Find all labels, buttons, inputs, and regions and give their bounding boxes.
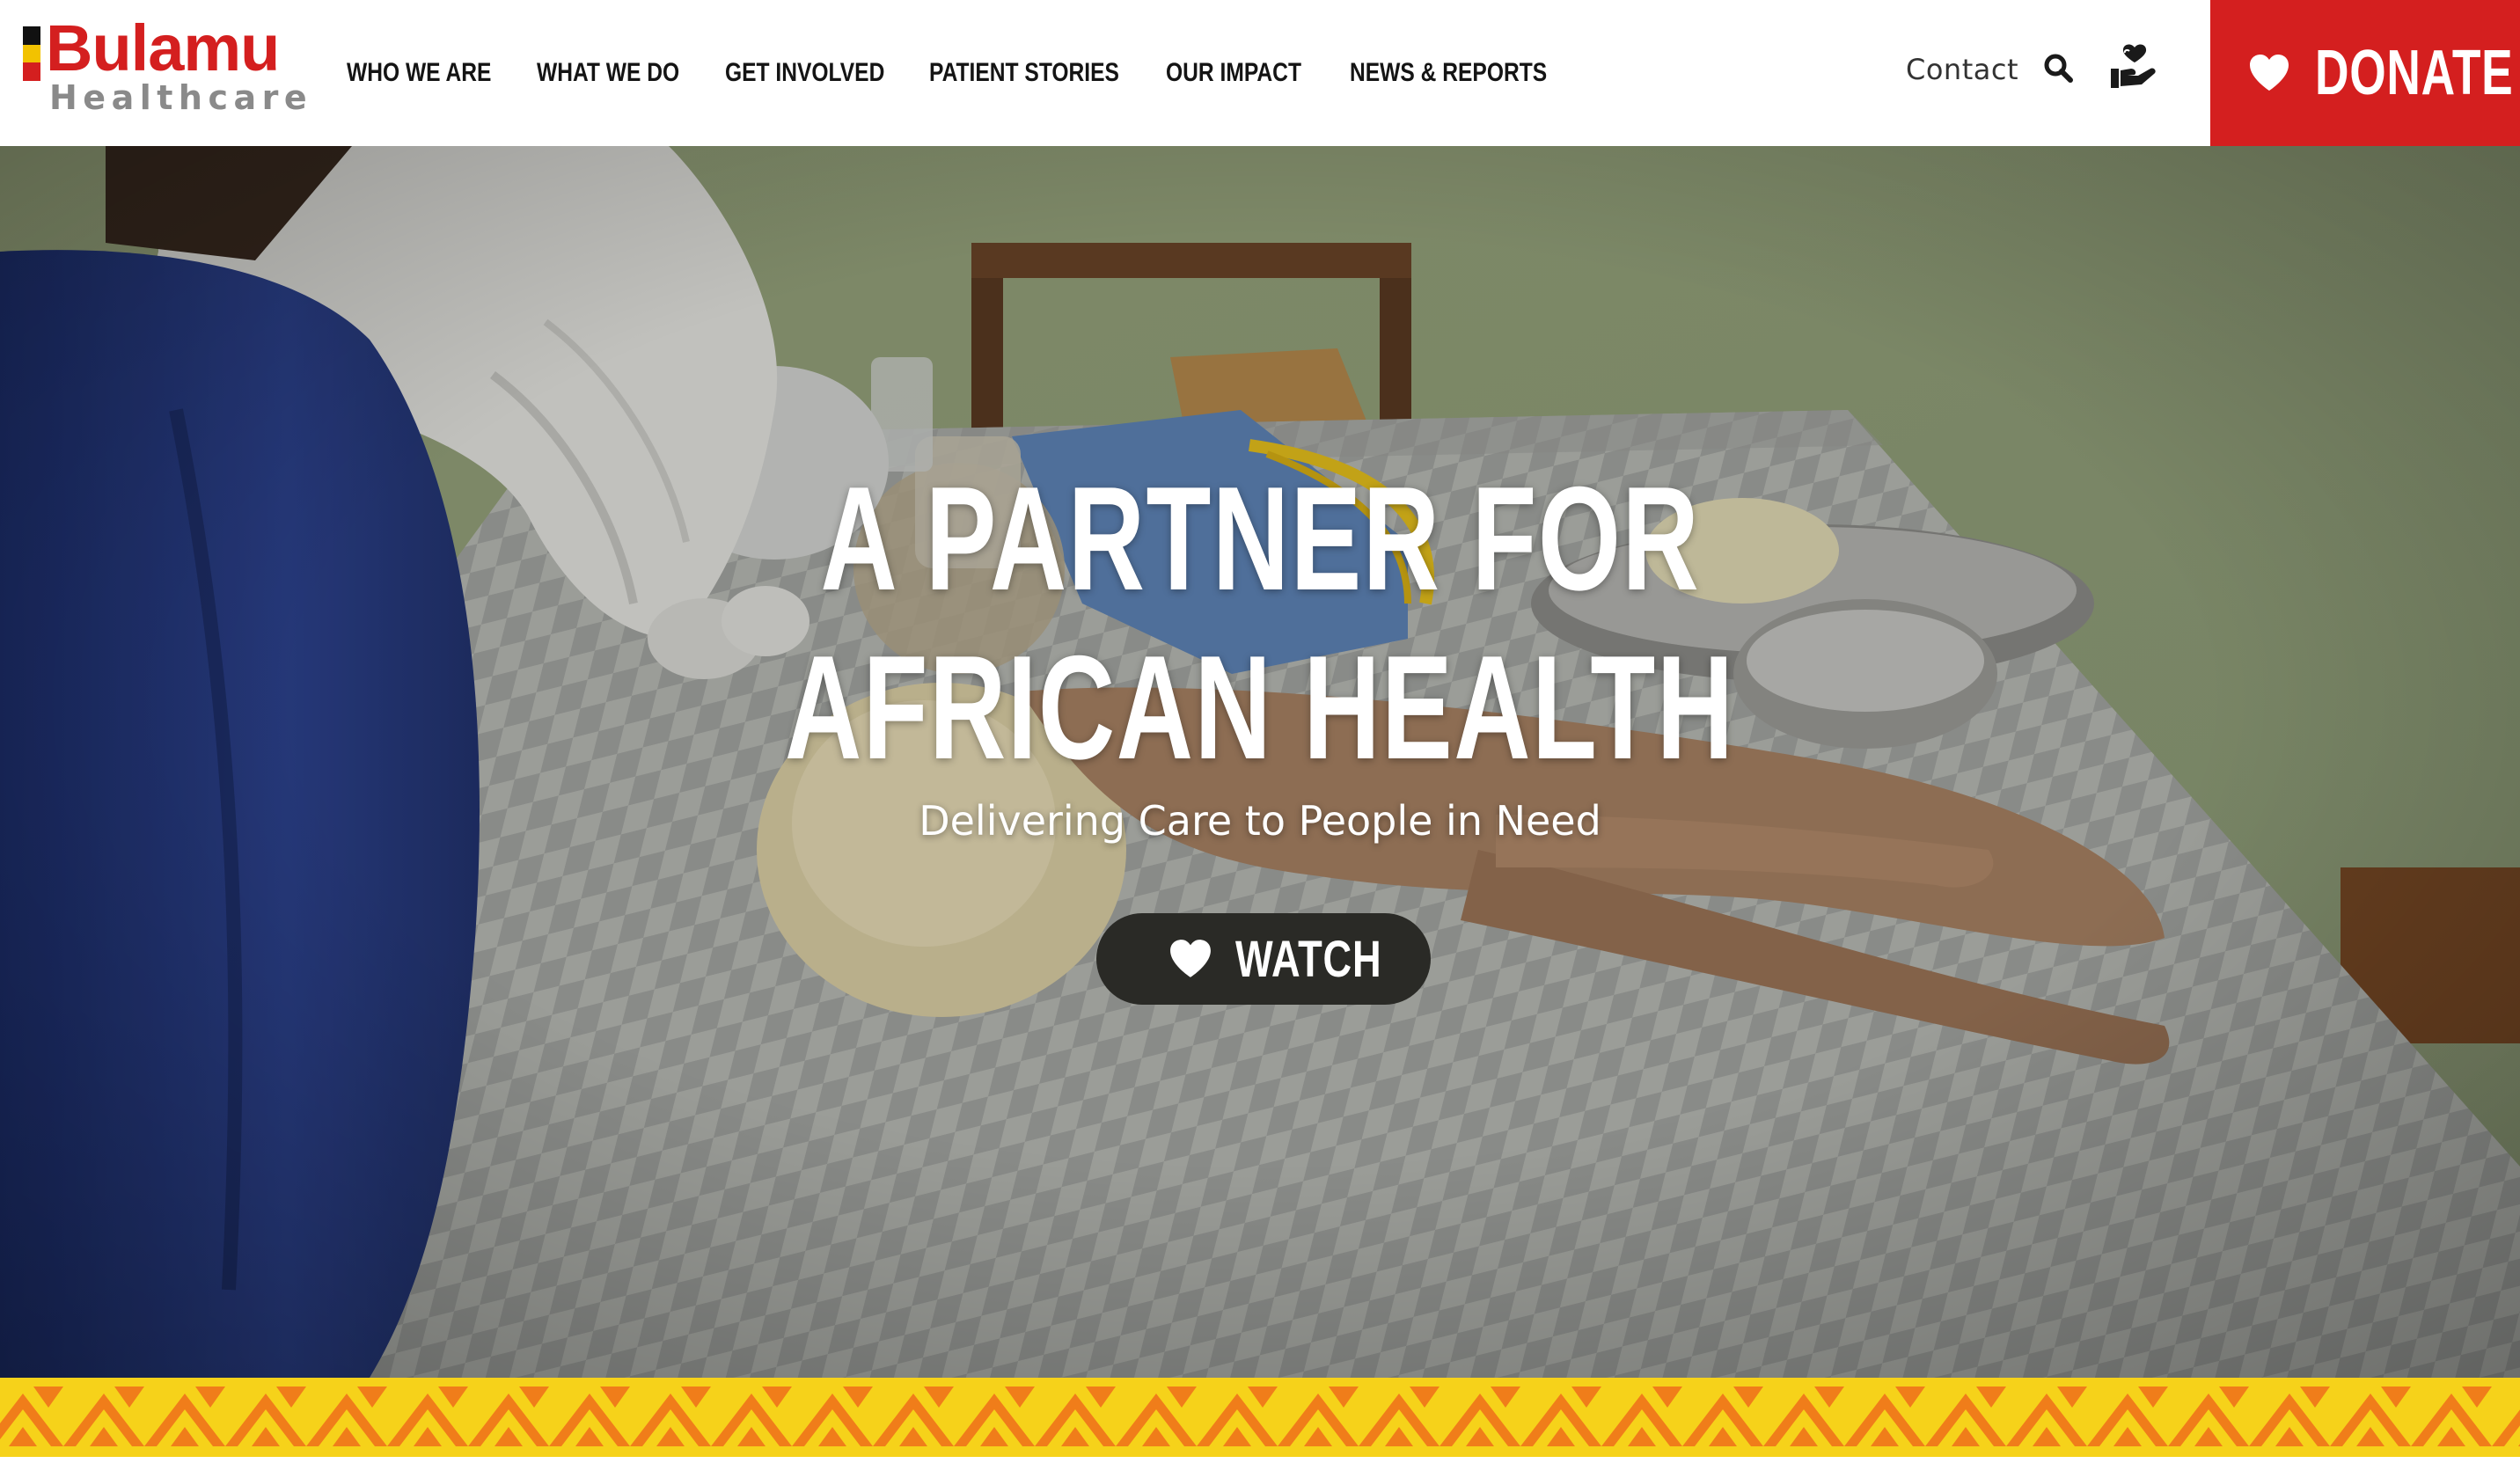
hand-heart-icon[interactable] (2108, 42, 2159, 93)
decorative-pattern-band (0, 1378, 2520, 1457)
hero-title-line-1: A PARTNER FOR (820, 456, 1700, 621)
hero-title-line-2: AFRICAN HEALTH (785, 625, 1735, 790)
donate-label: DONATE (2315, 38, 2514, 108)
logo[interactable]: Bulamu Healthcare (23, 16, 307, 118)
nav-item-who-we-are[interactable]: WHO WE ARE (347, 58, 491, 88)
heart-icon (2250, 55, 2289, 91)
nav-item-news-reports[interactable]: NEWS & REPORTS (1350, 58, 1547, 88)
logo-subtitle: Healthcare (49, 78, 313, 117)
contact-link[interactable]: Contact (1906, 53, 2018, 86)
nav-item-what-we-do[interactable]: WHAT WE DO (537, 58, 679, 88)
hero-video-banner: A PARTNER FOR AFRICAN HEALTH Delivering … (0, 146, 2520, 1378)
watch-video-button[interactable]: WATCH (1096, 913, 1431, 1005)
hero-title: A PARTNER FOR AFRICAN HEALTH (0, 454, 2520, 792)
hero-subtitle: Delivering Care to People in Need (919, 797, 1601, 845)
watch-label: WATCH (1235, 930, 1382, 988)
heart-icon (1170, 940, 1211, 977)
nav-item-patient-stories[interactable]: PATIENT STORIES (929, 58, 1119, 88)
page-continuation (0, 1457, 2520, 1478)
site-header: Bulamu Healthcare WHO WE ARE WHAT WE DO … (0, 0, 2520, 146)
zigzag-pattern (0, 1387, 2520, 1446)
search-icon[interactable] (2043, 53, 2073, 83)
donate-button[interactable]: DONATE (2210, 0, 2520, 146)
nav-item-get-involved[interactable]: GET INVOLVED (725, 58, 884, 88)
logo-name: Bulamu (46, 11, 280, 84)
nav-item-our-impact[interactable]: OUR IMPACT (1166, 58, 1301, 88)
flag-logo-mark (23, 26, 40, 81)
